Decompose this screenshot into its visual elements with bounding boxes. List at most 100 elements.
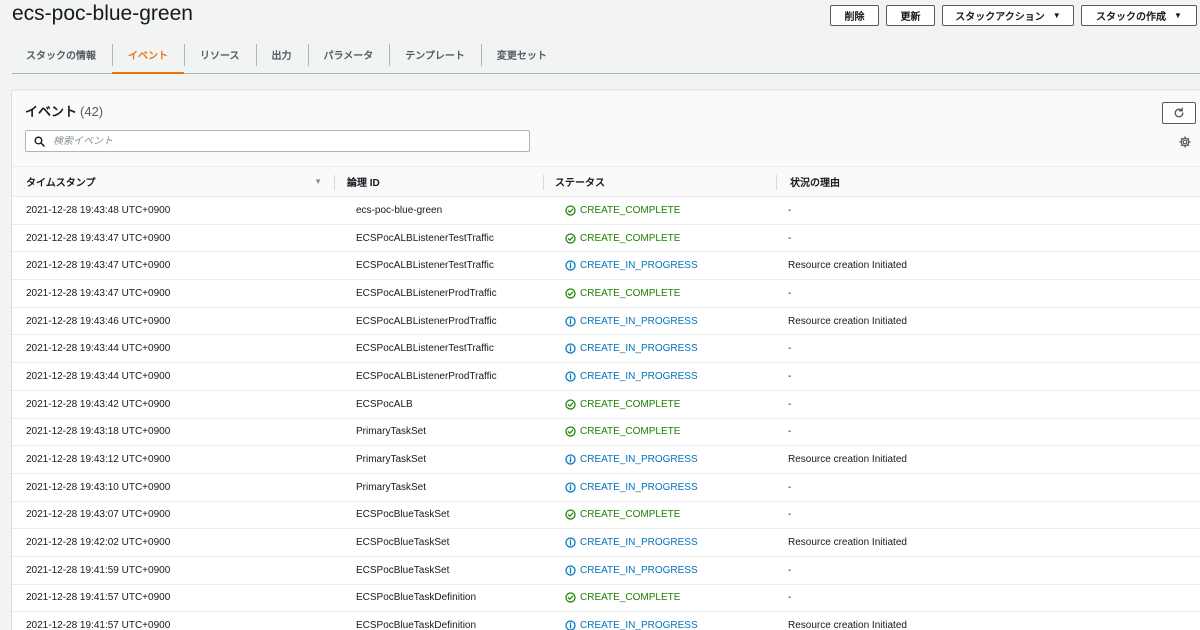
cell-logical-id: ECSPocBlueTaskSet bbox=[356, 537, 450, 549]
cell-timestamp: 2021-12-28 19:43:44 UTC+0900 bbox=[26, 343, 171, 355]
status-text: CREATE_COMPLETE bbox=[580, 509, 681, 521]
stack-tabs: スタックの情報 イベント リソース 出力 パラメータ テンプレート 変更セット bbox=[12, 36, 1200, 74]
status-icon bbox=[565, 260, 576, 271]
cell-logical-id: ECSPocALBListenerProdTraffic bbox=[356, 370, 497, 382]
tab-0[interactable]: スタックの情報 bbox=[12, 36, 112, 73]
cell-reason: - bbox=[788, 287, 792, 299]
cell-status: CREATE_IN_PROGRESS bbox=[543, 260, 776, 271]
cell-logical-id: ECSPocBlueTaskSet bbox=[356, 509, 450, 521]
status-text: CREATE_IN_PROGRESS bbox=[580, 481, 698, 493]
status-icon bbox=[565, 482, 576, 493]
status-text: CREATE_IN_PROGRESS bbox=[580, 620, 698, 630]
status-icon bbox=[565, 232, 576, 244]
status-text: CREATE_IN_PROGRESS bbox=[580, 564, 698, 576]
status-text: CREATE_IN_PROGRESS bbox=[580, 343, 698, 355]
column-reason-label: 状況の理由 bbox=[790, 178, 840, 189]
events-table-body: 2021-12-28 19:43:48 UTC+0900 ecs-poc-blue… bbox=[12, 197, 1200, 630]
tab-label: 変更セット bbox=[496, 51, 547, 62]
cell-reason: - bbox=[788, 509, 792, 521]
cell-logical-id: PrimaryTaskSet bbox=[356, 481, 427, 493]
cell-status: CREATE_IN_PROGRESS bbox=[543, 371, 776, 382]
info-circle-icon bbox=[565, 454, 576, 465]
events-panel: イベント(42) タイムスタンプ ▼ bbox=[12, 90, 1200, 630]
tab-5[interactable]: テンプレート bbox=[389, 36, 481, 73]
cell-timestamp: 2021-12-28 19:43:18 UTC+0900 bbox=[26, 426, 171, 438]
table-preferences-button[interactable] bbox=[1178, 135, 1192, 149]
cell-logical-id: ECSPocBlueTaskDefinition bbox=[356, 592, 477, 604]
table-row: 2021-12-28 19:42:02 UTC+0900 ECSPocBlueTa… bbox=[12, 529, 1200, 557]
info-circle-icon bbox=[565, 371, 576, 382]
create-stack-dropdown[interactable]: スタックの作成 ▼ bbox=[1081, 5, 1197, 26]
info-circle-icon bbox=[565, 620, 576, 630]
status-text: CREATE_IN_PROGRESS bbox=[580, 260, 698, 272]
search-input[interactable] bbox=[53, 135, 493, 147]
cell-status: CREATE_IN_PROGRESS bbox=[543, 537, 776, 548]
cell-logical-id: ECSPocBlueTaskDefinition bbox=[356, 620, 477, 630]
info-circle-icon bbox=[565, 482, 576, 493]
tab-label: 出力 bbox=[271, 51, 292, 62]
create-stack-label: スタックの作成 bbox=[1096, 12, 1167, 23]
table-row: 2021-12-28 19:43:42 UTC+0900 ECSPocALB CRE… bbox=[12, 391, 1200, 419]
cell-logical-id: PrimaryTaskSet bbox=[356, 454, 427, 466]
tab-label: スタックの情報 bbox=[26, 51, 96, 62]
cell-logical-id: ECSPocALBListenerTestTraffic bbox=[356, 232, 494, 244]
caret-down-icon: ▼ bbox=[1174, 11, 1182, 20]
status-icon bbox=[565, 537, 576, 548]
events-title: イベント bbox=[25, 104, 78, 119]
delete-button-label: 削除 bbox=[844, 12, 865, 23]
sort-descending-icon[interactable]: ▼ bbox=[314, 177, 322, 186]
column-header-timestamp[interactable]: タイムスタンプ ▼ bbox=[12, 167, 334, 196]
stack-actions-toolbar: 削除 更新 スタックアクション ▼ スタックの作成 ▼ bbox=[830, 5, 1197, 26]
check-circle-icon bbox=[565, 592, 576, 604]
table-row: 2021-12-28 19:43:47 UTC+0900 ECSPocALBLis… bbox=[12, 252, 1200, 281]
update-button[interactable]: 更新 bbox=[886, 5, 935, 26]
cell-reason: - bbox=[788, 564, 792, 576]
stack-actions-dropdown[interactable]: スタックアクション ▼ bbox=[942, 5, 1074, 26]
events-table-header: タイムスタンプ ▼ 論理 ID ステータス 状況の理由 bbox=[12, 166, 1200, 197]
cell-timestamp: 2021-12-28 19:43:48 UTC+0900 bbox=[26, 204, 171, 216]
table-row: 2021-12-28 19:43:10 UTC+0900 PrimaryTaskS… bbox=[12, 474, 1200, 502]
delete-button[interactable]: 削除 bbox=[830, 5, 879, 26]
cell-timestamp: 2021-12-28 19:42:02 UTC+0900 bbox=[26, 537, 171, 549]
tab-label: リソース bbox=[200, 51, 240, 62]
table-row: 2021-12-28 19:43:18 UTC+0900 PrimaryTaskS… bbox=[12, 419, 1200, 447]
cell-status: CREATE_IN_PROGRESS bbox=[543, 620, 776, 630]
status-text: CREATE_IN_PROGRESS bbox=[580, 537, 698, 549]
refresh-icon bbox=[1174, 107, 1184, 118]
check-circle-icon bbox=[565, 426, 576, 437]
status-icon bbox=[565, 343, 576, 354]
column-timestamp-label: タイムスタンプ bbox=[26, 178, 96, 189]
info-circle-icon bbox=[565, 565, 576, 576]
refresh-button[interactable] bbox=[1162, 102, 1196, 124]
cell-timestamp: 2021-12-28 19:43:42 UTC+0900 bbox=[26, 398, 171, 410]
cell-reason: - bbox=[788, 398, 792, 410]
cell-timestamp: 2021-12-28 19:43:07 UTC+0900 bbox=[26, 509, 171, 521]
cell-status: CREATE_COMPLETE bbox=[543, 288, 776, 299]
check-circle-icon bbox=[565, 288, 576, 299]
tab-3[interactable]: 出力 bbox=[255, 36, 308, 73]
table-row: 2021-12-28 19:43:07 UTC+0900 ECSPocBlueTa… bbox=[12, 502, 1200, 530]
cell-logical-id: ECSPocALBListenerTestTraffic bbox=[356, 343, 494, 355]
tab-6[interactable]: 変更セット bbox=[480, 36, 563, 73]
cell-reason: - bbox=[788, 370, 792, 382]
status-text: CREATE_COMPLETE bbox=[580, 398, 681, 410]
info-circle-icon bbox=[565, 343, 576, 354]
cell-status: CREATE_COMPLETE bbox=[543, 509, 776, 520]
tab-1[interactable]: イベント bbox=[112, 36, 184, 74]
tab-2[interactable]: リソース bbox=[184, 36, 256, 73]
table-row: 2021-12-28 19:43:46 UTC+0900 ECSPocALBLis… bbox=[12, 308, 1200, 336]
status-icon bbox=[565, 399, 576, 410]
cell-status: CREATE_IN_PROGRESS bbox=[543, 316, 776, 327]
cell-logical-id: ECSPocALB bbox=[356, 398, 413, 410]
status-icon bbox=[565, 454, 576, 465]
search-field[interactable] bbox=[25, 130, 530, 152]
check-circle-icon bbox=[565, 509, 576, 521]
table-row: 2021-12-28 19:41:57 UTC+0900 ECSPocBlueTa… bbox=[12, 612, 1200, 630]
page-title: ecs-poc-blue-green bbox=[12, 2, 193, 25]
cell-reason: - bbox=[788, 481, 792, 493]
column-header-reason: 状況の理由 bbox=[776, 167, 1200, 196]
cell-timestamp: 2021-12-28 19:43:47 UTC+0900 bbox=[26, 260, 171, 272]
info-circle-icon bbox=[565, 260, 576, 271]
cell-logical-id: ECSPocALBListenerProdTraffic bbox=[356, 315, 497, 327]
tab-4[interactable]: パラメータ bbox=[307, 36, 390, 73]
